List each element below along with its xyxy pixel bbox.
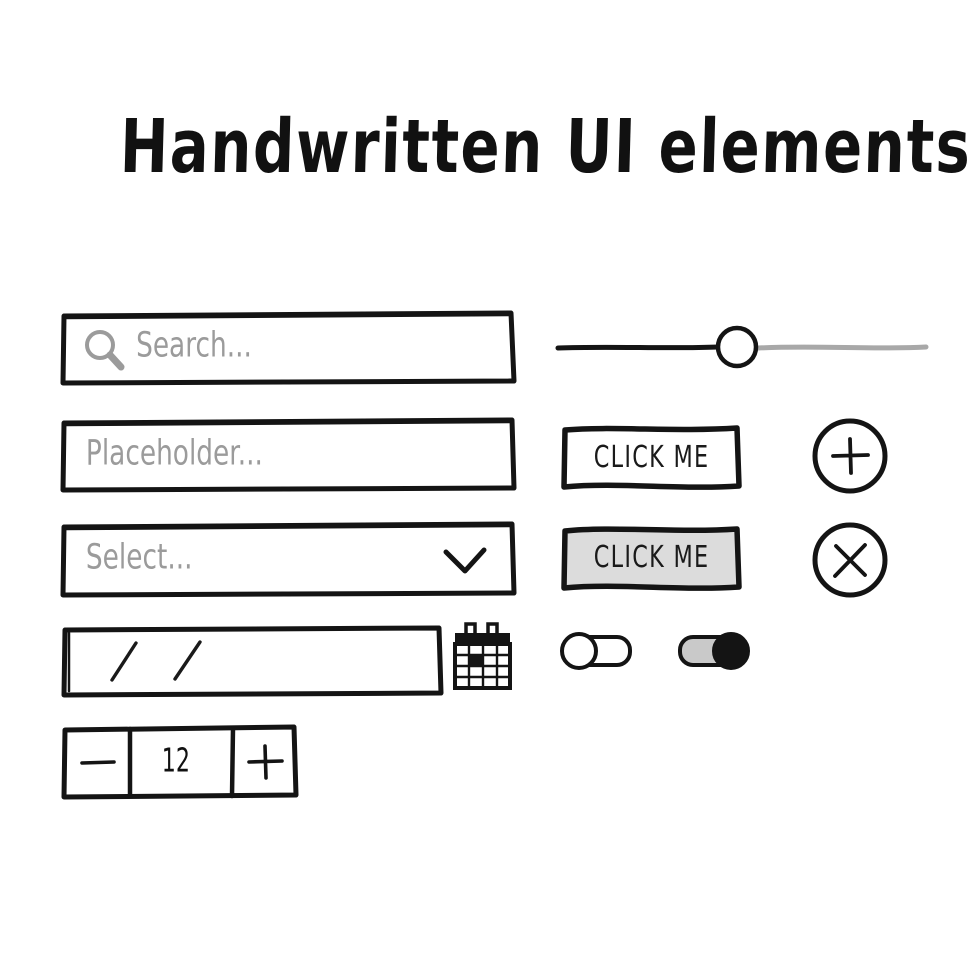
button-default-label: CLICK ME — [594, 440, 710, 475]
date-field[interactable] — [56, 616, 451, 708]
search-field-border — [60, 310, 517, 386]
page-title-text: Handwritten UI elements — [118, 104, 973, 190]
toggle-on-knob[interactable] — [712, 632, 750, 670]
slider[interactable] — [550, 320, 935, 380]
number-stepper[interactable]: 12 — [56, 718, 306, 810]
toggle-switch-on[interactable] — [672, 628, 756, 682]
minus-icon — [80, 760, 116, 765]
slider-knob[interactable] — [715, 325, 759, 369]
calendar-selected-day — [470, 656, 483, 666]
slider-track-empty — [755, 344, 929, 351]
toggle-switch-off[interactable] — [558, 628, 642, 682]
button-active-label: CLICK ME — [594, 540, 710, 575]
click-me-button-active[interactable]: CLICK ME — [557, 520, 747, 600]
canvas: Handwritten UI elements Search... Placeh… — [0, 0, 980, 980]
slider-track-filled — [555, 344, 721, 351]
select-placeholder: Select... — [86, 537, 193, 578]
search-field[interactable]: Search... — [56, 302, 526, 394]
page-title: Handwritten UI elements — [0, 104, 980, 190]
search-placeholder: Search... — [136, 325, 252, 366]
close-icon-button[interactable] — [808, 518, 894, 604]
select-field[interactable]: Select... — [56, 513, 526, 605]
text-field-placeholder: Placeholder... — [86, 433, 263, 474]
click-me-button-default[interactable]: CLICK ME — [557, 420, 747, 500]
add-icon-button[interactable] — [808, 414, 894, 500]
stepper-value: 12 — [162, 741, 190, 780]
text-field[interactable]: Placeholder... — [56, 410, 526, 502]
stepper-decrement-button[interactable] — [80, 760, 116, 765]
toggle-off-knob[interactable] — [560, 632, 598, 670]
stepper-divider-right — [229, 725, 236, 799]
calendar-icon[interactable] — [452, 622, 514, 694]
date-field-border — [61, 625, 444, 698]
